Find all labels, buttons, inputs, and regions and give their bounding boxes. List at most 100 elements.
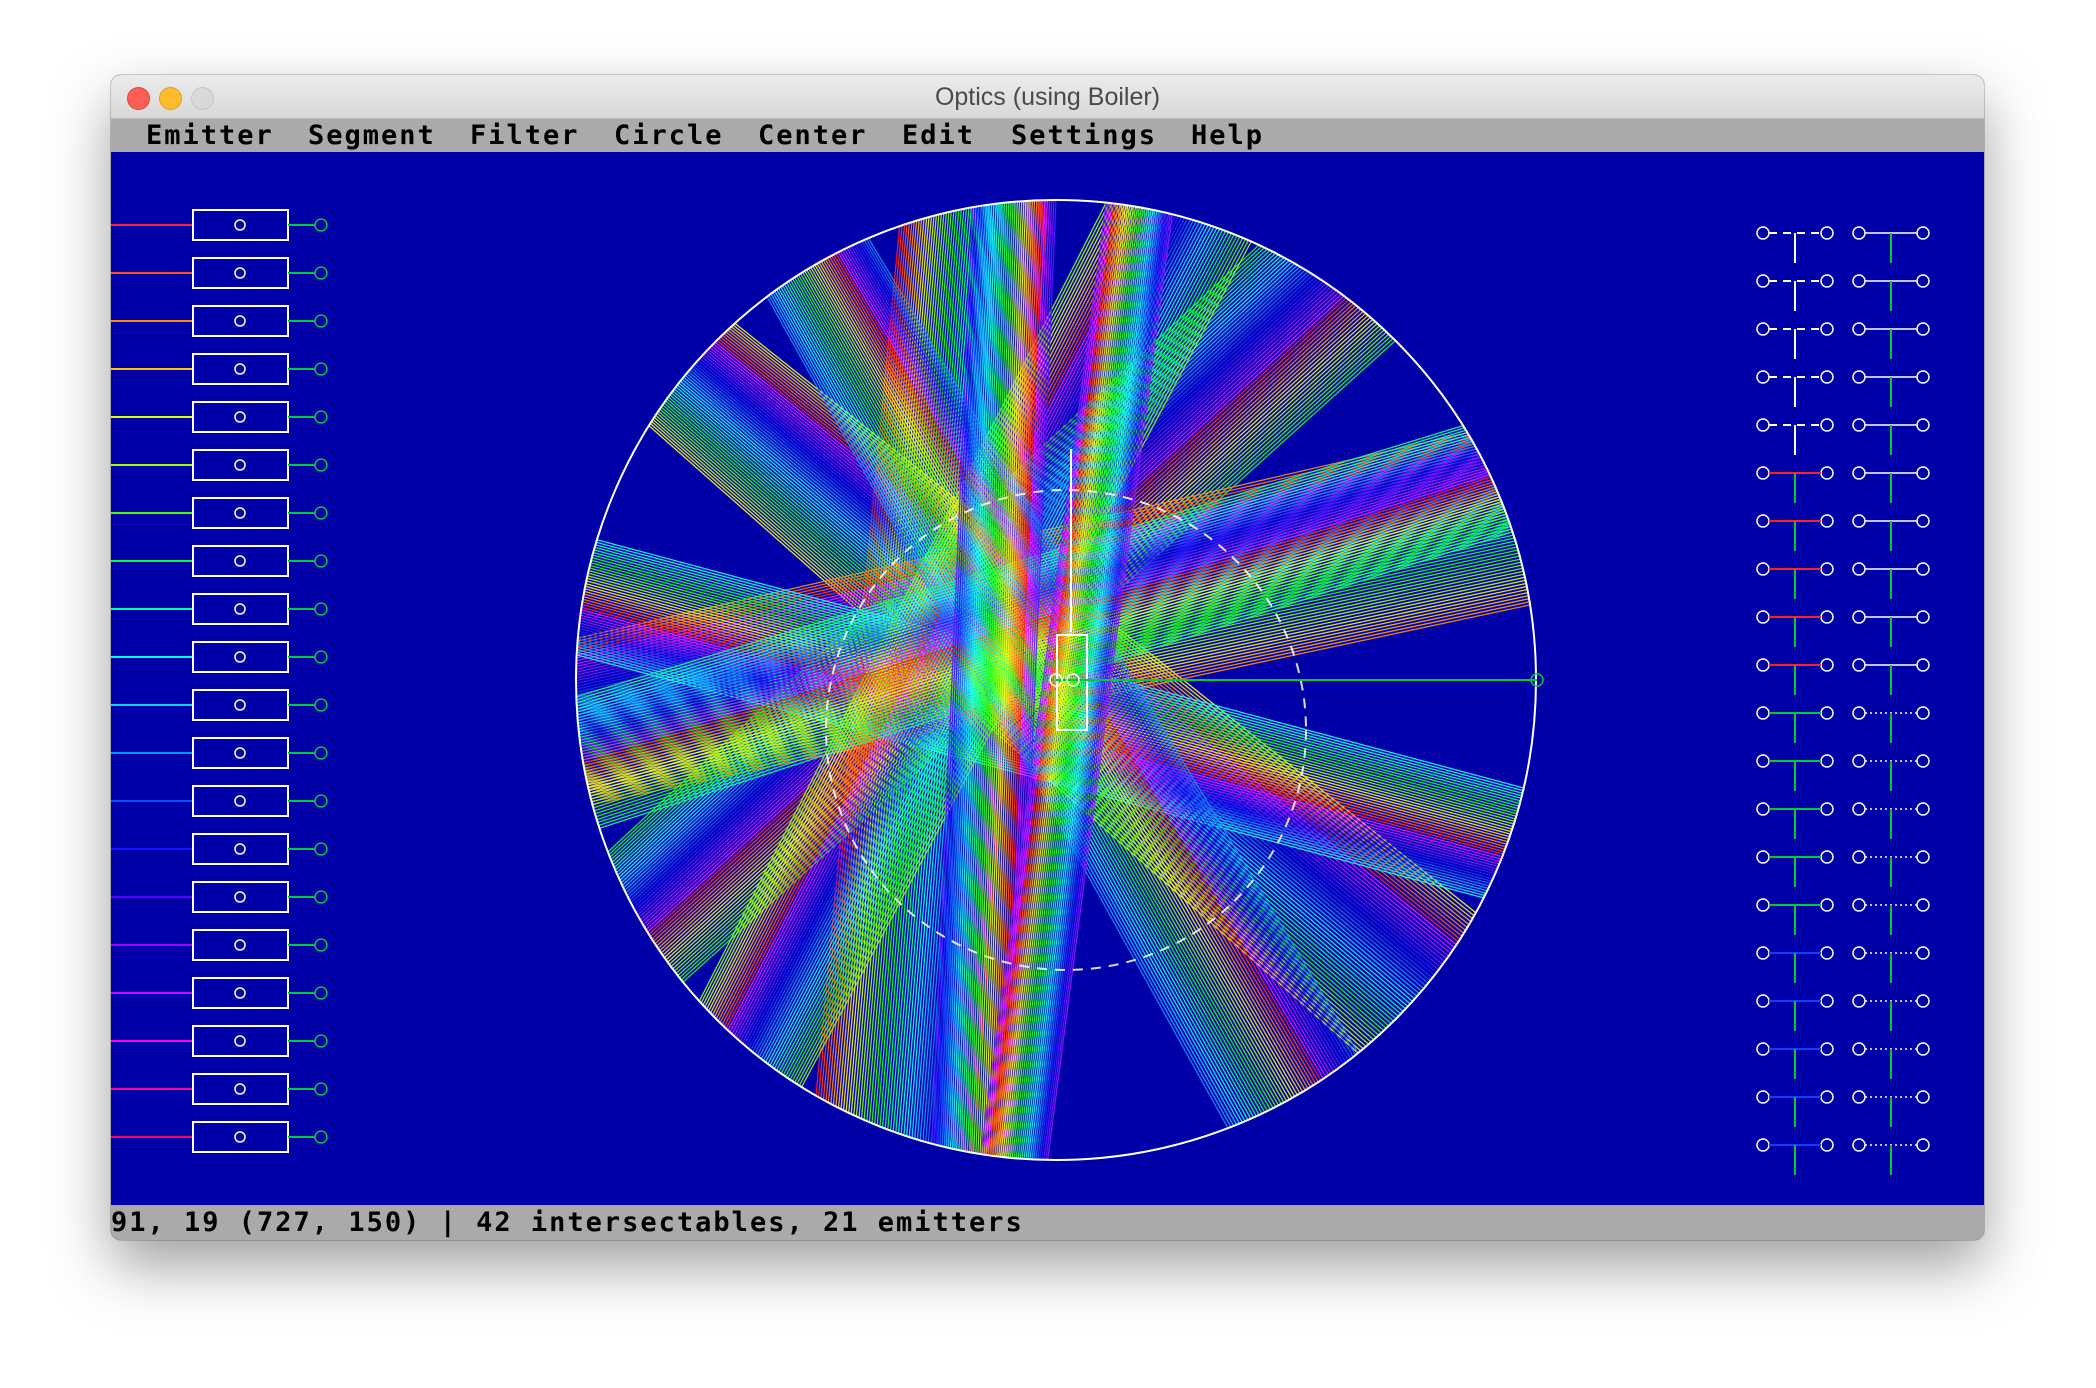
emitter-box xyxy=(192,785,289,817)
emitter-row xyxy=(111,1073,328,1105)
filter-handle xyxy=(1756,274,1770,288)
emitter-row xyxy=(111,545,328,577)
filter-handle xyxy=(1756,418,1770,432)
filter-handle xyxy=(1756,802,1770,816)
menu-segment[interactable]: Segment xyxy=(308,119,436,152)
segment-handle xyxy=(1852,1042,1866,1056)
filter-handle xyxy=(1820,418,1834,432)
menu-center[interactable]: Center xyxy=(758,119,868,152)
menu-circle[interactable]: Circle xyxy=(614,119,724,152)
emitter-handle xyxy=(234,1083,246,1095)
emitter-box xyxy=(192,545,289,577)
filter-handle xyxy=(1756,1138,1770,1152)
filter-handle xyxy=(1820,274,1834,288)
title-bar[interactable]: Optics (using Boiler) xyxy=(111,75,1984,119)
segment-handle xyxy=(1916,466,1930,480)
filter-handle xyxy=(1820,754,1834,768)
emitter-handle xyxy=(234,747,246,759)
emitter-handle xyxy=(234,1131,246,1143)
emitter-handle xyxy=(314,554,328,568)
menu-help[interactable]: Help xyxy=(1191,119,1264,152)
menu-settings[interactable]: Settings xyxy=(1011,119,1157,152)
emitter-row xyxy=(111,977,328,1009)
emitter-row xyxy=(111,593,328,625)
filter-handle xyxy=(1820,850,1834,864)
segment-handle xyxy=(1852,418,1866,432)
emitter-handle xyxy=(314,362,328,376)
filter-handle xyxy=(1820,802,1834,816)
filter-handle xyxy=(1820,514,1834,528)
optics-canvas[interactable] xyxy=(111,152,1984,1205)
emitter-handle xyxy=(234,267,246,279)
segment-handle xyxy=(1916,322,1930,336)
emitter-handle xyxy=(314,842,328,856)
emitter-row xyxy=(111,497,328,529)
segment-handle xyxy=(1852,1138,1866,1152)
component-row xyxy=(1756,1090,1930,1127)
emitter-handle xyxy=(234,363,246,375)
filter-handle xyxy=(1820,898,1834,912)
segment-handle xyxy=(1852,610,1866,624)
emitter-handle xyxy=(234,843,246,855)
segment-handle xyxy=(1916,226,1930,240)
menu-bar: Emitter Segment Filter Circle Center Edi… xyxy=(111,119,1984,152)
filter-handle xyxy=(1756,754,1770,768)
emitter-handle xyxy=(314,938,328,952)
segment-handle xyxy=(1916,754,1930,768)
component-row xyxy=(1756,466,1930,503)
segment-handle xyxy=(1916,1090,1930,1104)
emitter-list xyxy=(111,209,328,1153)
emitter-handle xyxy=(234,939,246,951)
segment-handle xyxy=(1852,658,1866,672)
emitter-row xyxy=(111,881,328,913)
segment-handle xyxy=(1852,898,1866,912)
segment-handle xyxy=(1916,802,1930,816)
segment-handle xyxy=(1916,418,1930,432)
component-row xyxy=(1756,946,1930,983)
emitter-handle xyxy=(314,794,328,808)
segment-handle xyxy=(1852,754,1866,768)
emitter-box xyxy=(192,1121,289,1153)
emitter-row xyxy=(111,929,328,961)
filter-handle xyxy=(1820,946,1834,960)
scene-svg[interactable] xyxy=(111,152,1984,1205)
component-row xyxy=(1756,1042,1930,1079)
emitter-box xyxy=(192,1073,289,1105)
component-row xyxy=(1756,514,1930,551)
emitter-box xyxy=(192,497,289,529)
emitter-row xyxy=(111,737,328,769)
emitter-row xyxy=(111,689,328,721)
emitter-handle xyxy=(314,650,328,664)
emitter-box xyxy=(192,1025,289,1057)
filter-handle xyxy=(1756,1090,1770,1104)
emitter-handle xyxy=(234,219,246,231)
emitter-row xyxy=(111,785,328,817)
emitter-handle xyxy=(314,410,328,424)
emitter-handle xyxy=(314,506,328,520)
status-bar: 91, 19 (727, 150) | 42 intersectables, 2… xyxy=(111,1205,1984,1240)
menu-edit[interactable]: Edit xyxy=(902,119,975,152)
emitter-row xyxy=(111,449,328,481)
segment-handle xyxy=(1852,514,1866,528)
filter-handle xyxy=(1756,322,1770,336)
emitter-box xyxy=(192,353,289,385)
emitter-row xyxy=(111,209,328,241)
segment-handle xyxy=(1916,610,1930,624)
menu-emitter[interactable]: Emitter xyxy=(146,119,274,152)
component-row xyxy=(1756,418,1930,455)
emitter-handle xyxy=(234,459,246,471)
emitter-handle xyxy=(314,458,328,472)
component-row xyxy=(1756,274,1930,311)
segment-handle xyxy=(1852,322,1866,336)
segment-handle xyxy=(1852,850,1866,864)
filter-handle xyxy=(1756,706,1770,720)
filter-handle xyxy=(1756,466,1770,480)
segment-handle xyxy=(1852,370,1866,384)
menu-filter[interactable]: Filter xyxy=(470,119,580,152)
filter-handle xyxy=(1820,562,1834,576)
emitter-box xyxy=(192,449,289,481)
emitter-row xyxy=(111,1025,328,1057)
component-row xyxy=(1756,802,1930,839)
status-text: 91, 19 (727, 150) | 42 intersectables, 2… xyxy=(111,1207,1024,1238)
segment-handle xyxy=(1852,706,1866,720)
